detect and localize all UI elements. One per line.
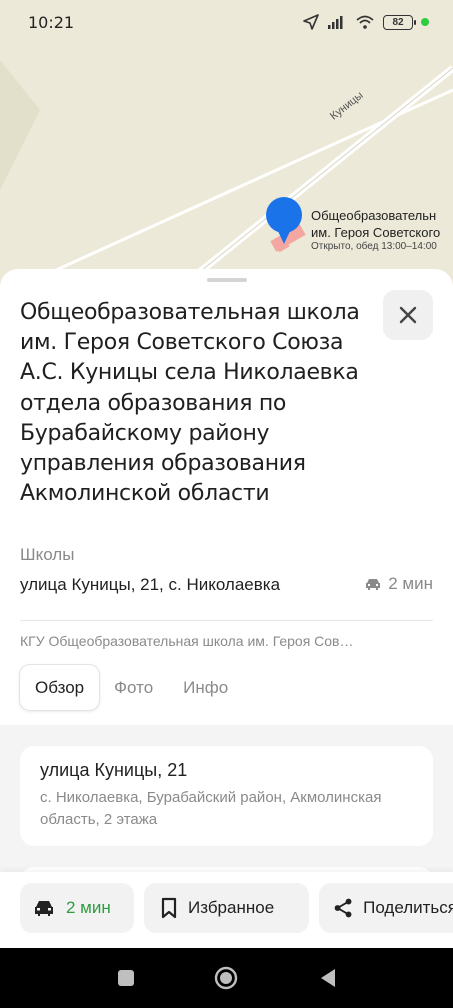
poi-name-line1: Общеобразовательн [311,208,437,223]
tab-info[interactable]: Инфо [168,665,243,710]
system-nav-bar [0,948,453,1008]
car-icon [35,901,53,916]
map-canvas [0,0,453,300]
location-arrow-icon [303,14,319,30]
address-card[interactable]: улица Куницы, 21 с. Николаевка, Бурабайс… [20,746,433,846]
place-title: Общеобразовательная школа им. Героя Сове… [20,300,360,507]
bookmark-icon [161,897,177,919]
action-bar: 2 мин Избранное Поделиться [0,872,453,948]
tab-bar: Обзор Фото Инфо [20,665,243,710]
home-circle-icon [214,966,238,990]
back-button[interactable] [316,966,340,990]
poi-name-line2: им. Героя Советского [311,225,441,240]
address-card-subtitle: с. Николаевка, Бурабайский район, Акмоли… [40,789,382,828]
tab-overview[interactable]: Обзор [20,665,100,710]
divider [20,620,433,621]
back-triangle-icon [321,969,335,987]
status-time: 10:21 [28,12,75,32]
tab-photo[interactable]: Фото [99,665,168,710]
place-category: Школы [20,545,75,564]
car-icon [366,579,381,590]
address-card-title: улица Куницы, 21 [40,760,188,780]
favorites-button[interactable]: Избранное [144,883,309,933]
sheet-drag-handle[interactable] [207,278,247,282]
status-icons: 82 [303,14,429,30]
favorites-button-label: Избранное [188,898,275,917]
wifi-icon [356,15,374,29]
status-bar: 10:21 82 [0,0,453,44]
recents-button[interactable] [114,966,138,990]
drive-time[interactable]: 2 мин [364,574,433,594]
route-button[interactable]: 2 мин [20,883,134,933]
route-button-label: 2 мин [66,898,111,917]
legal-name: КГУ Общеобразовательная школа им. Героя … [20,633,354,649]
map-view[interactable]: Куницы Общеобразовательн им. Героя Совет… [0,0,453,300]
recording-dot-icon [421,18,429,26]
drive-time-label: 2 мин [388,574,433,593]
place-bottom-sheet: Общеобразовательная школа им. Героя Сове… [0,269,453,949]
share-button[interactable]: Поделиться [319,883,453,933]
home-button[interactable] [214,966,238,990]
poi-label[interactable]: Общеобразовательн им. Героя Советского [311,207,440,241]
close-button[interactable] [383,290,433,340]
poi-hours: Открыто, обед 13:00–14:00 [311,241,437,252]
share-button-label: Поделиться [363,898,453,917]
place-address[interactable]: улица Куницы, 21, с. Николаевка [20,575,280,595]
close-icon [399,306,417,324]
square-icon [118,970,134,986]
share-icon [334,898,352,918]
battery-icon: 82 [383,14,416,30]
signal-icon [328,16,343,29]
